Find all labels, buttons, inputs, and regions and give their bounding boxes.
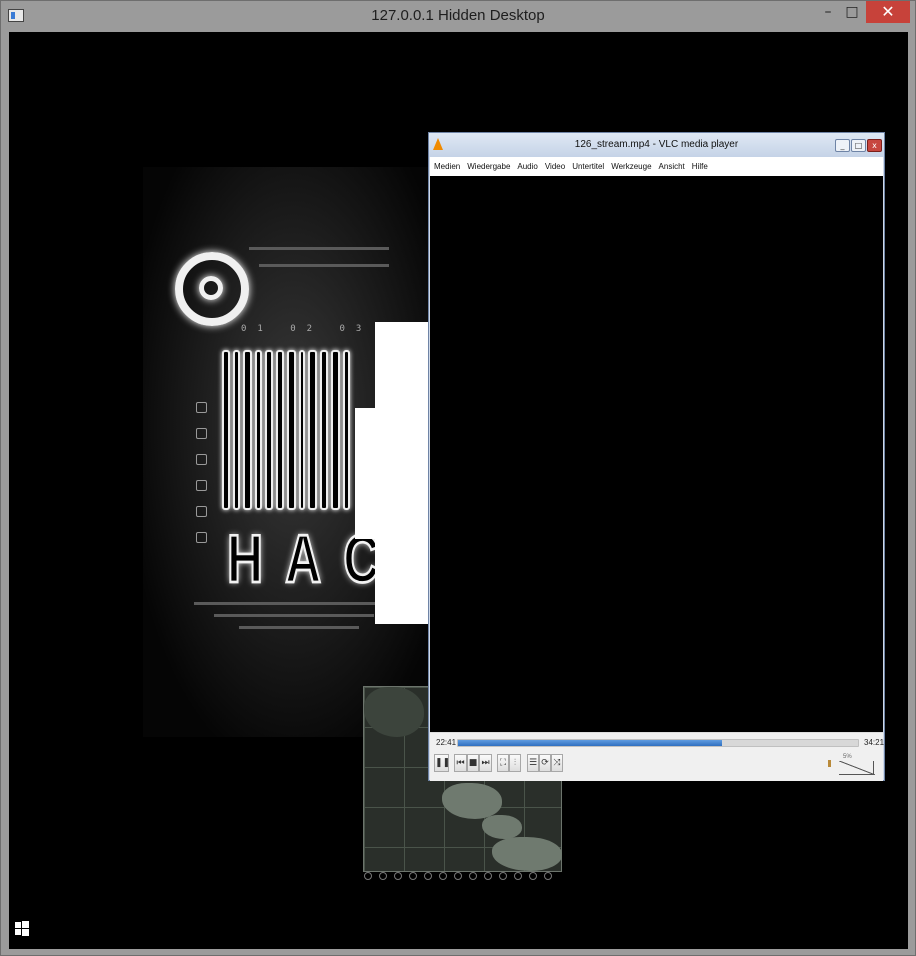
menu-audio[interactable]: Audio [514, 162, 540, 171]
seek-bar-fill [458, 740, 722, 746]
window-title: 127.0.0.1 Hidden Desktop [371, 7, 545, 24]
volume-slider-base [839, 774, 874, 775]
menu-untertitel[interactable]: Untertitel [569, 162, 607, 171]
white-block [355, 408, 377, 539]
pause-button[interactable]: ❚❚ [434, 754, 450, 772]
close-button[interactable]: ✕ [866, 1, 910, 23]
deco-stripe [249, 247, 389, 250]
target-logo-inner-icon [199, 276, 223, 300]
vlc-minimize-button[interactable]: _ [835, 139, 850, 152]
deco-stripe [239, 626, 359, 629]
vlc-close-button[interactable]: x [867, 139, 882, 152]
volume-slider-edge [873, 761, 874, 775]
playlist-button[interactable]: ☰ [527, 754, 539, 772]
windows-start-icon[interactable] [15, 921, 29, 936]
vlc-window: 126_stream.mp4 - VLC media player _ □ x … [428, 132, 885, 781]
seek-bar[interactable] [457, 739, 859, 747]
deco-square [196, 480, 207, 491]
menu-ansicht[interactable]: Ansicht [656, 162, 688, 171]
remote-desktop-window: 127.0.0.1 Hidden Desktop – □ ✕ 01 02 03 … [0, 0, 916, 956]
random-button[interactable]: ⤨ [551, 754, 563, 772]
fullscreen-button[interactable]: ⛶ [497, 754, 509, 772]
white-block [375, 322, 429, 624]
maximize-button[interactable]: □ [837, 1, 867, 23]
time-total: 34:21 [864, 738, 885, 747]
deco-square [196, 402, 207, 413]
vlc-maximize-button[interactable]: □ [851, 139, 866, 152]
deco-stripe [214, 614, 374, 617]
stop-button[interactable]: ■ [467, 754, 479, 772]
vlc-controls: 22:41 34:21 ❚❚ ⏮ ■ ⏭ ⛶ ⫶ ☰ ⟳ ⤨ 5% [430, 732, 885, 781]
deco-square [196, 428, 207, 439]
video-area[interactable] [430, 176, 883, 732]
previous-button[interactable]: ⏮ [454, 754, 467, 772]
next-button[interactable]: ⏭ [479, 754, 492, 772]
deco-square [196, 532, 207, 543]
map-indicator-dots [364, 872, 552, 880]
extended-settings-button[interactable]: ⫶ [509, 754, 521, 772]
vlc-titlebar[interactable]: 126_stream.mp4 - VLC media player _ □ x [429, 133, 884, 157]
menu-werkzeuge[interactable]: Werkzeuge [608, 162, 654, 171]
volume-slider[interactable] [839, 761, 875, 775]
barcode-graphic [222, 350, 350, 510]
volume-percent: 5% [843, 754, 852, 760]
deco-square [196, 454, 207, 465]
deco-square [196, 506, 207, 517]
time-elapsed: 22:41 [436, 738, 457, 747]
menu-video[interactable]: Video [542, 162, 568, 171]
menu-hilfe[interactable]: Hilfe [689, 162, 711, 171]
vlc-menubar: Medien Wiedergabe Audio Video Untertitel… [430, 157, 883, 176]
speaker-icon[interactable] [828, 760, 831, 767]
loop-button[interactable]: ⟳ [539, 754, 551, 772]
vlc-title: 126_stream.mp4 - VLC media player [574, 139, 739, 150]
menu-wiedergabe[interactable]: Wiedergabe [464, 162, 513, 171]
menu-medien[interactable]: Medien [431, 162, 463, 171]
deco-stripe [194, 602, 384, 605]
deco-stripe [259, 264, 389, 267]
